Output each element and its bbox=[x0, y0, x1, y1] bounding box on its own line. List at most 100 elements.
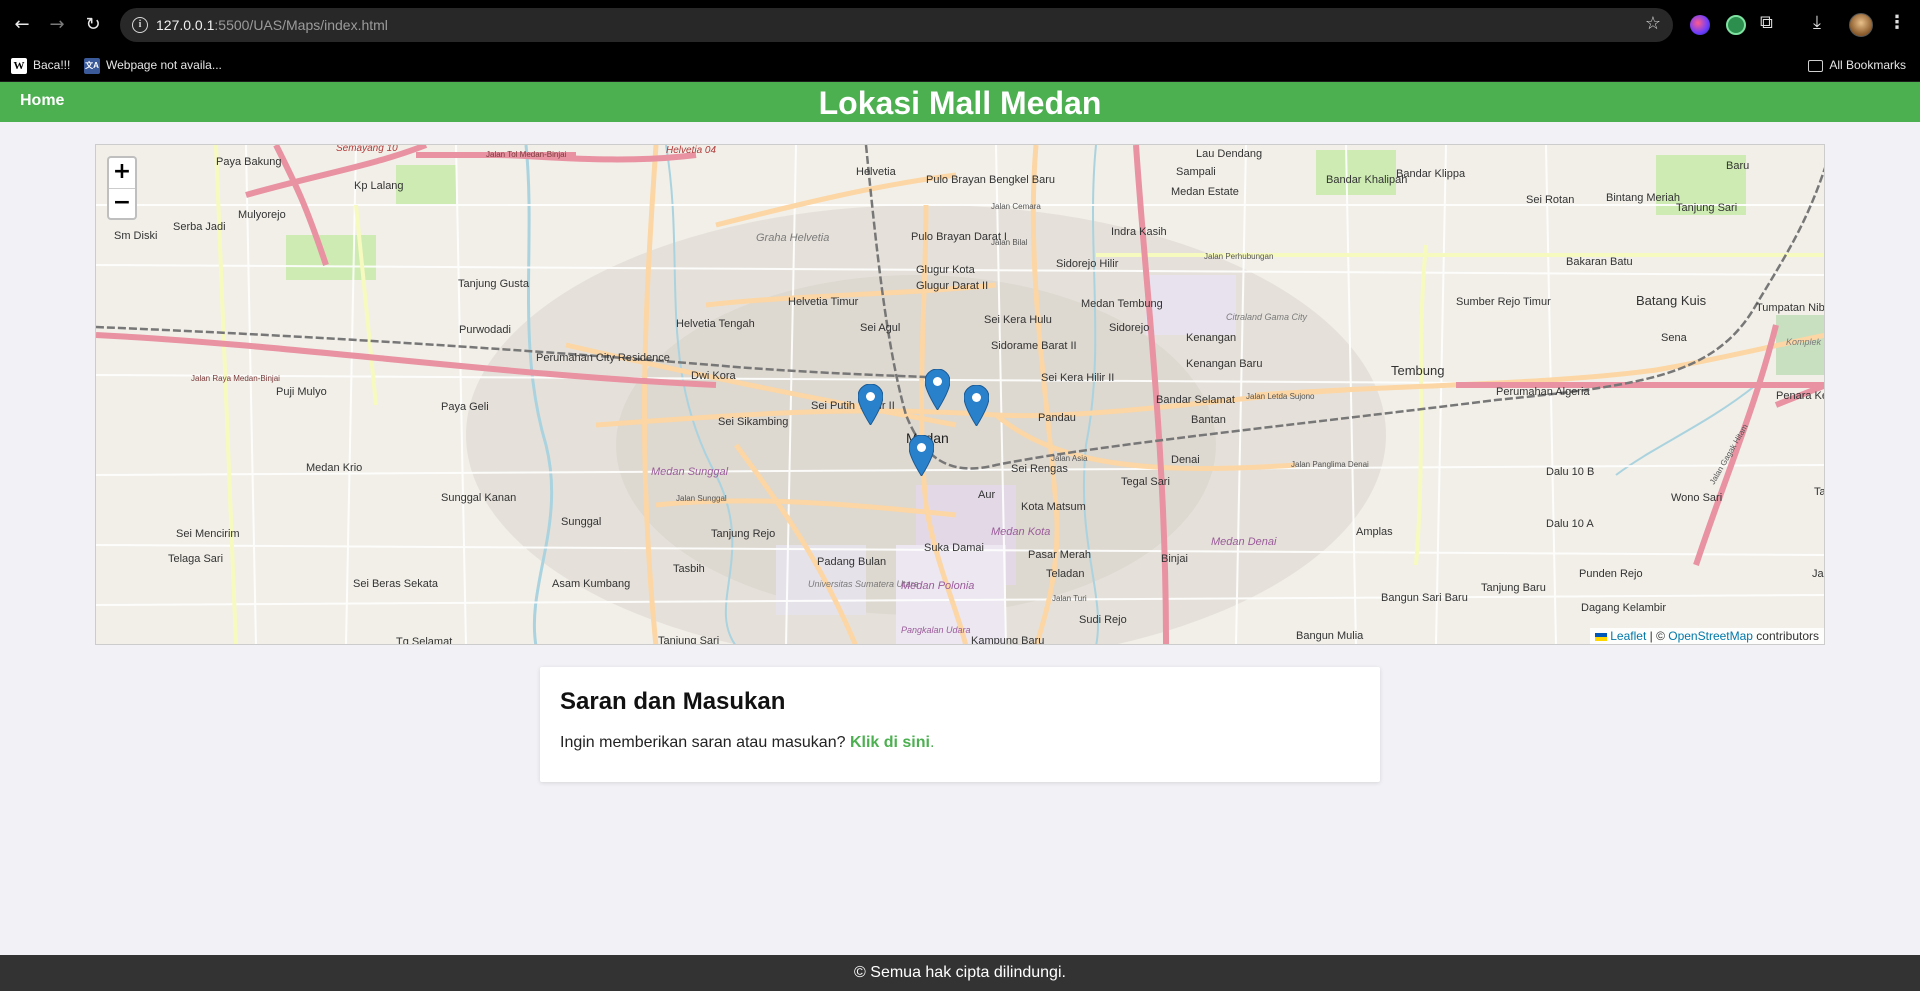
map-label: Glugur Darat II bbox=[916, 280, 988, 292]
bookmark-item[interactable]: W Baca!!! bbox=[11, 58, 70, 74]
map-label: Pandau bbox=[1038, 412, 1076, 424]
map-label: Kp Lalang bbox=[354, 180, 404, 192]
map-label: Suka Damai bbox=[924, 542, 984, 554]
map-label: Ta bbox=[1814, 486, 1825, 498]
zoom-in-button[interactable]: + bbox=[109, 158, 135, 188]
url-text[interactable]: 127.0.0.1:5500/UAS/Maps/index.html bbox=[156, 17, 388, 33]
bookmark-star-icon[interactable]: ☆ bbox=[1645, 13, 1661, 34]
browser-toolbar: ← → ↻ i 127.0.0.1:5500/UAS/Maps/index.ht… bbox=[0, 0, 1920, 50]
feedback-text: Ingin memberikan saran atau masukan? Kli… bbox=[560, 734, 934, 752]
map-label: Sei Kera Hulu bbox=[984, 314, 1052, 326]
site-footer: © Semua hak cipta dilindungi. bbox=[0, 955, 1920, 991]
profile-avatar[interactable] bbox=[1849, 13, 1873, 37]
map-label: Pangkalan Udara bbox=[901, 625, 971, 635]
map-label: Tanjung Gusta bbox=[458, 278, 530, 290]
all-bookmarks-label: All Bookmarks bbox=[1829, 58, 1906, 72]
map-label: Medan Polonia bbox=[901, 580, 974, 592]
map-label: Bintang Meriah bbox=[1606, 192, 1680, 204]
map-label: Tanjung Sari bbox=[1676, 202, 1737, 214]
map-label: Jalan Perhubungan bbox=[1204, 252, 1273, 261]
map-label: Indra Kasih bbox=[1111, 226, 1167, 238]
map-label: Helvetia 04 bbox=[666, 145, 716, 156]
map-label: Jalan Tol Medan-Binjai bbox=[486, 150, 567, 159]
map-label: Semayang 10 bbox=[336, 145, 398, 154]
map-label: Sei Kera Hilir II bbox=[1041, 372, 1114, 384]
map-label: Kota Matsum bbox=[1021, 501, 1086, 513]
map-label: Bangun Sari Baru bbox=[1381, 592, 1468, 604]
map-label: Medan Krio bbox=[306, 462, 362, 474]
map-label: Paya Geli bbox=[441, 401, 489, 413]
map-label: Jalan Letda Sujono bbox=[1246, 392, 1315, 401]
map-label: Punden Rejo bbox=[1579, 568, 1643, 580]
zoom-control: + − bbox=[107, 156, 137, 220]
back-arrow-icon[interactable]: ← bbox=[9, 12, 35, 38]
map-label: Sei Beras Sekata bbox=[353, 578, 439, 590]
map-label: Medan Kota bbox=[991, 526, 1050, 538]
map-label: Sei Rotan bbox=[1526, 194, 1574, 206]
map-label: Sudi Rejo bbox=[1079, 614, 1127, 626]
map-label: Bandar Selamat bbox=[1156, 394, 1235, 406]
map-tiles[interactable]: Semayang 10 Paya Bakung Kp Lalang Mulyor… bbox=[96, 145, 1825, 645]
map-label: Tegal Sari bbox=[1121, 476, 1170, 488]
folder-icon bbox=[1808, 59, 1824, 72]
address-bar[interactable]: i 127.0.0.1:5500/UAS/Maps/index.html ☆ bbox=[120, 8, 1673, 42]
forward-arrow-icon[interactable]: → bbox=[44, 12, 70, 38]
map-label: Denai bbox=[1171, 454, 1200, 466]
map-label: Jalan Turi bbox=[1052, 594, 1087, 603]
feedback-link[interactable]: Klik di sini bbox=[850, 734, 930, 751]
bookmark-item[interactable]: 文A Webpage not availa... bbox=[84, 58, 222, 74]
attribution-contributors: contributors bbox=[1752, 629, 1819, 643]
map-label: Telaga Sari bbox=[168, 553, 223, 565]
map-label: Citraland Gama City bbox=[1226, 312, 1308, 322]
map-label: Glugur Kota bbox=[916, 264, 976, 276]
map-label: Helvetia Timur bbox=[788, 296, 859, 308]
map-label: Binjai bbox=[1161, 553, 1188, 565]
map-label: Kampung Baru bbox=[971, 635, 1044, 645]
map-label: Dwi Kora bbox=[691, 370, 737, 382]
map-label: Dalu 10 A bbox=[1546, 518, 1594, 530]
map-label: Baru bbox=[1726, 160, 1749, 172]
map-label: Sei Rengas bbox=[1011, 463, 1068, 475]
map-label: Kenangan bbox=[1186, 332, 1236, 344]
map-label: Pulo Brayan Bengkel Baru bbox=[926, 174, 1055, 186]
map-label: Helvetia bbox=[856, 166, 897, 178]
map-label: Bangun Mulia bbox=[1296, 630, 1364, 642]
map-label: Kenangan Baru bbox=[1186, 358, 1262, 370]
reload-icon[interactable]: ↻ bbox=[80, 12, 106, 38]
map-label: Batang Kuis bbox=[1636, 293, 1707, 308]
all-bookmarks-button[interactable]: All Bookmarks bbox=[1808, 58, 1906, 72]
site-info-icon[interactable]: i bbox=[132, 17, 148, 33]
map-marker-icon[interactable] bbox=[909, 435, 934, 476]
extension-icon[interactable] bbox=[1726, 15, 1746, 35]
map-label: Lau Dendang bbox=[1196, 148, 1262, 160]
menu-dots-icon[interactable]: ⋮ bbox=[1888, 12, 1906, 33]
download-icon[interactable]: ⤓ bbox=[1813, 12, 1821, 33]
map-marker-icon[interactable] bbox=[858, 384, 883, 425]
map-label: Bandar Klippa bbox=[1396, 168, 1466, 180]
map-label: Padang Bulan bbox=[817, 556, 886, 568]
zoom-out-button[interactable]: − bbox=[109, 188, 135, 218]
map-label: Tasbih bbox=[673, 563, 705, 575]
map-label: Sei Agul bbox=[860, 322, 900, 334]
map-label: Teladan bbox=[1046, 568, 1085, 580]
map-attribution: Leaflet | © OpenStreetMap contributors bbox=[1590, 628, 1824, 644]
site-header: Home Lokasi Mall Medan bbox=[0, 82, 1920, 122]
feedback-dot: . bbox=[929, 734, 935, 751]
map-label: Graha Helvetia bbox=[756, 232, 829, 244]
map-label: Puji Mulyo bbox=[276, 386, 327, 398]
extension-icon[interactable] bbox=[1690, 15, 1710, 35]
map-label: Helvetia Tengah bbox=[676, 318, 755, 330]
map-label: Tg Selamat bbox=[396, 636, 452, 645]
leaflet-link[interactable]: Leaflet bbox=[1610, 629, 1646, 643]
map-label: Tanjung Sari bbox=[658, 635, 719, 645]
map-label: Purwodadi bbox=[459, 324, 511, 336]
ukraine-flag-icon bbox=[1595, 632, 1608, 641]
map-marker-icon[interactable] bbox=[925, 369, 950, 410]
feedback-title: Saran dan Masukan bbox=[560, 688, 786, 715]
extensions-puzzle-icon[interactable]: ⧉ bbox=[1760, 12, 1773, 33]
openstreetmap-link[interactable]: OpenStreetMap bbox=[1668, 629, 1753, 643]
map-label: Jalan Panglima Denai bbox=[1291, 460, 1369, 469]
map-container[interactable]: Semayang 10 Paya Bakung Kp Lalang Mulyor… bbox=[95, 144, 1825, 645]
map-marker-icon[interactable] bbox=[964, 385, 989, 426]
bookmark-label: Baca!!! bbox=[33, 58, 71, 73]
